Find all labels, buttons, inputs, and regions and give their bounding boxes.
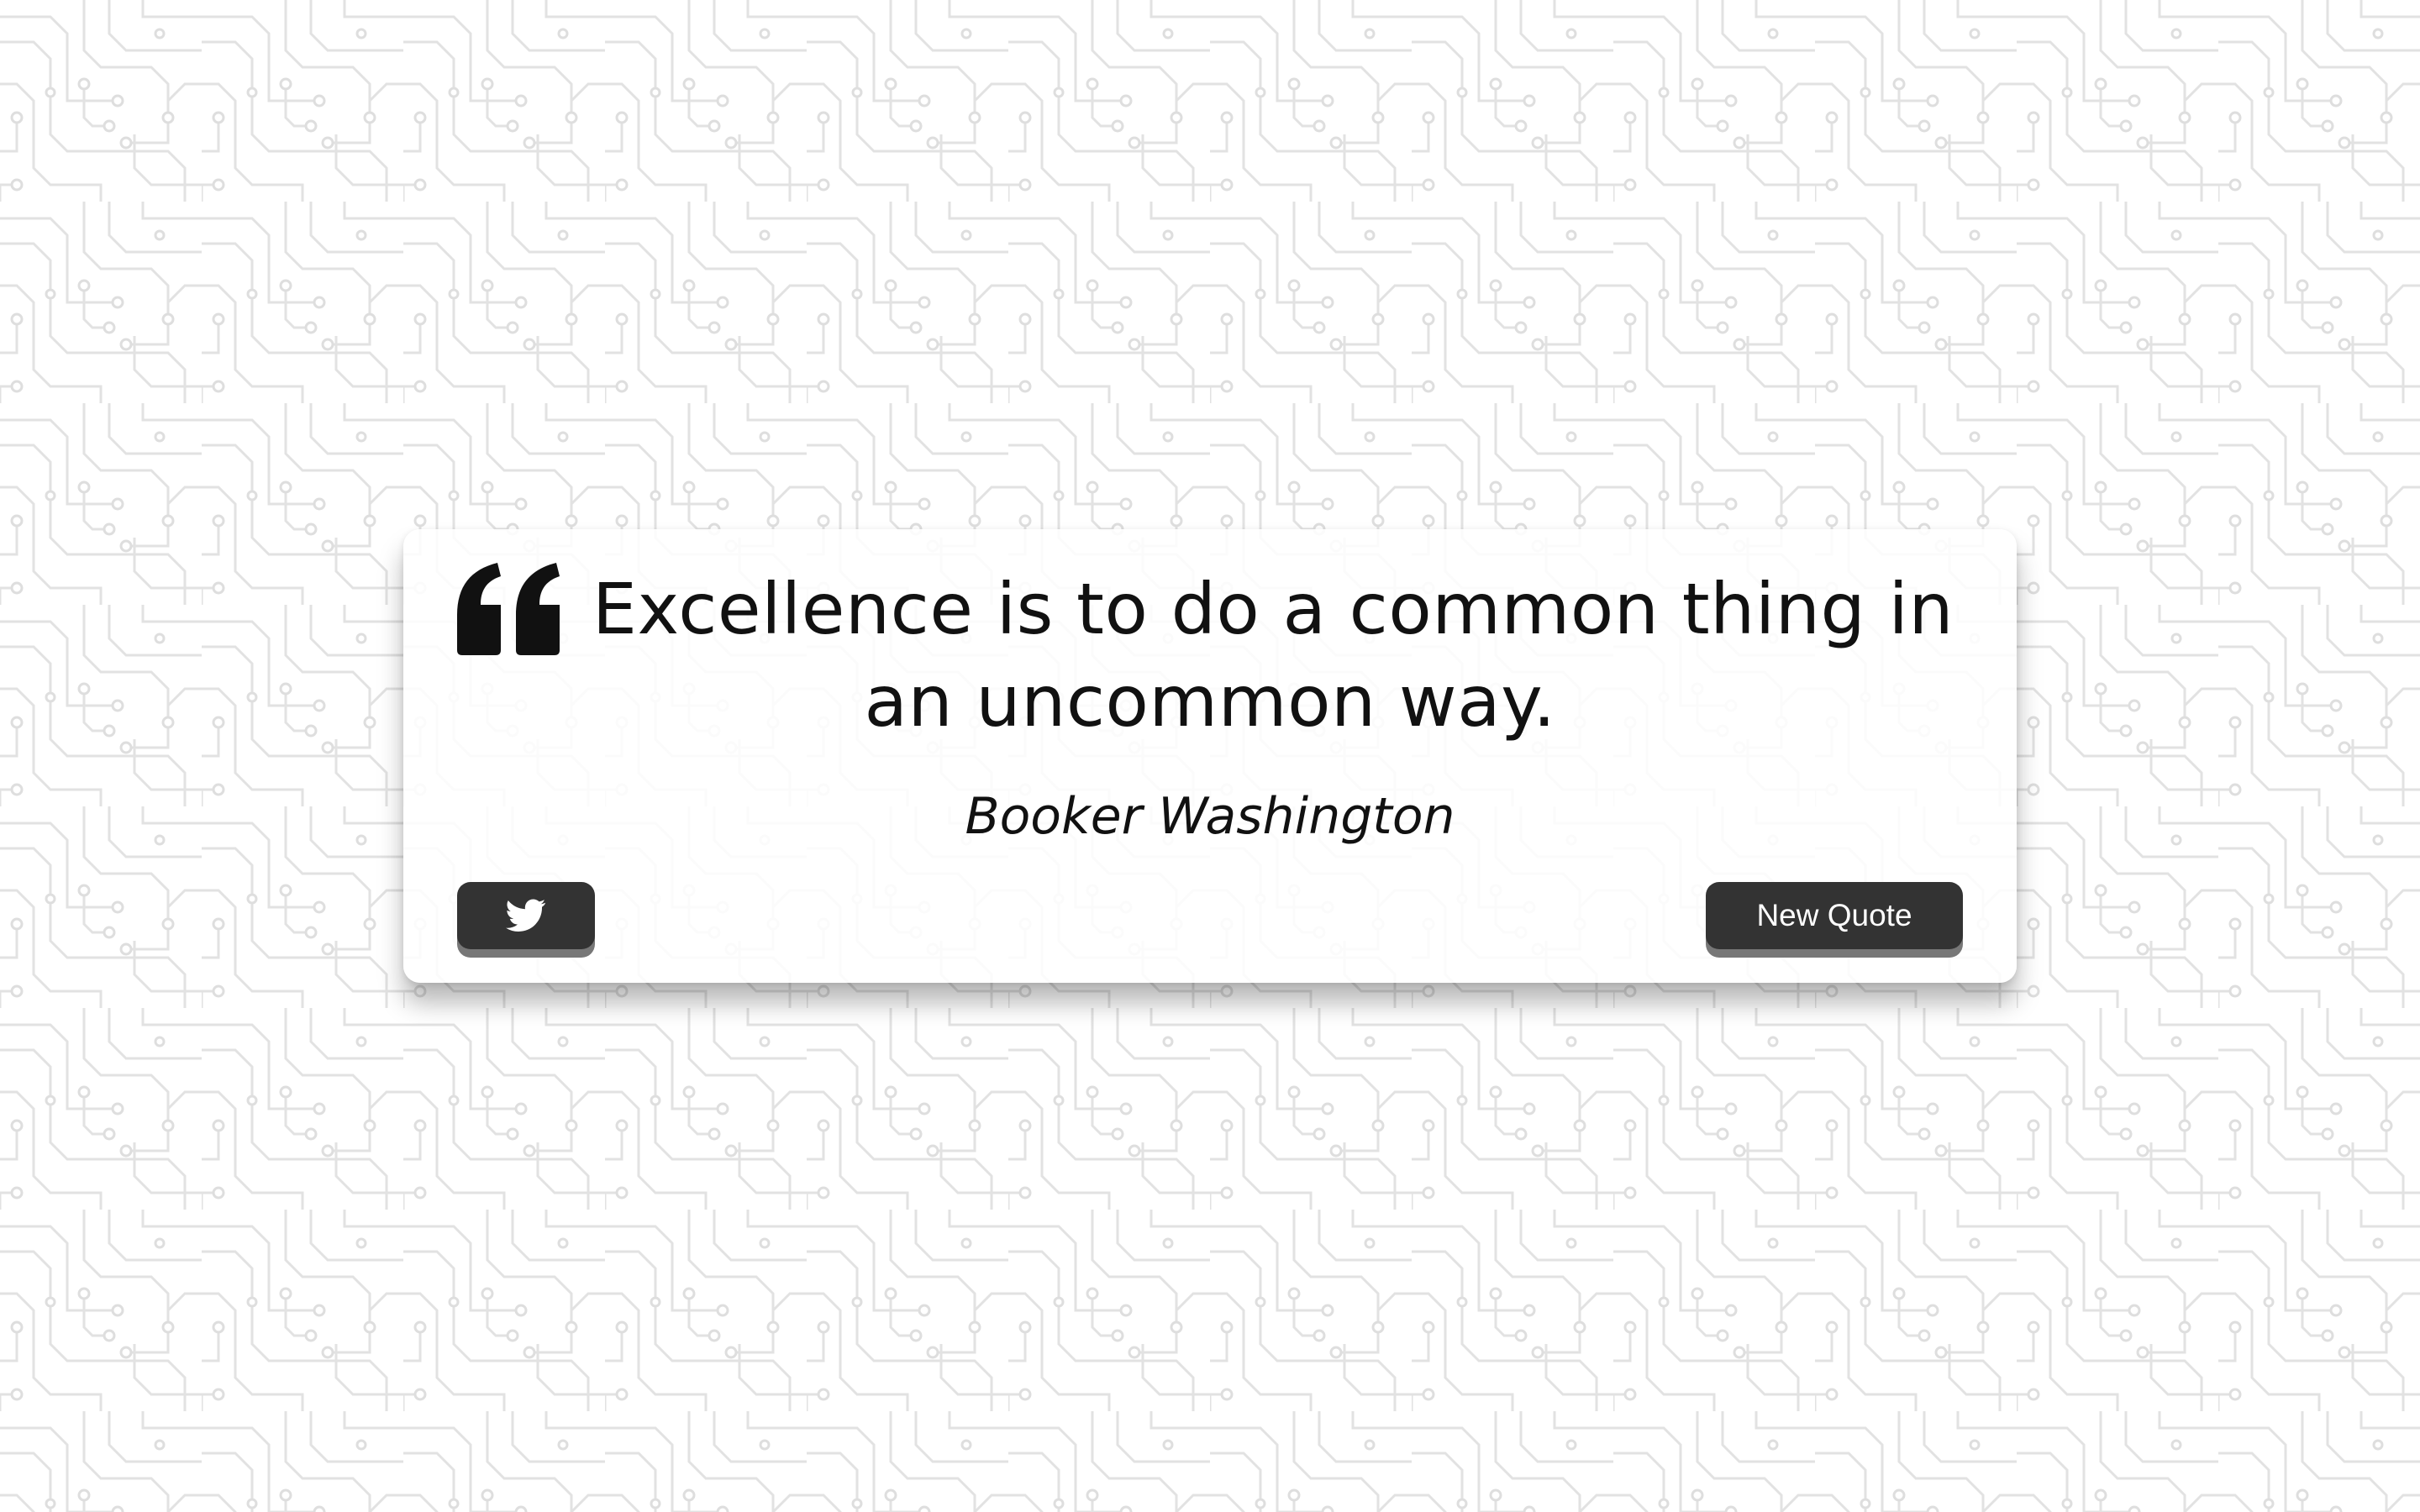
new-quote-button[interactable]: New Quote [1706, 882, 1963, 949]
tweet-quote-button[interactable] [457, 882, 595, 949]
quote-author: Booker Washington [965, 787, 1455, 846]
twitter-icon [506, 899, 546, 932]
quote-card: Excellence is to do a common thing in an… [403, 529, 2017, 983]
quote-text: Excellence is to do a common thing in an… [592, 568, 1954, 743]
